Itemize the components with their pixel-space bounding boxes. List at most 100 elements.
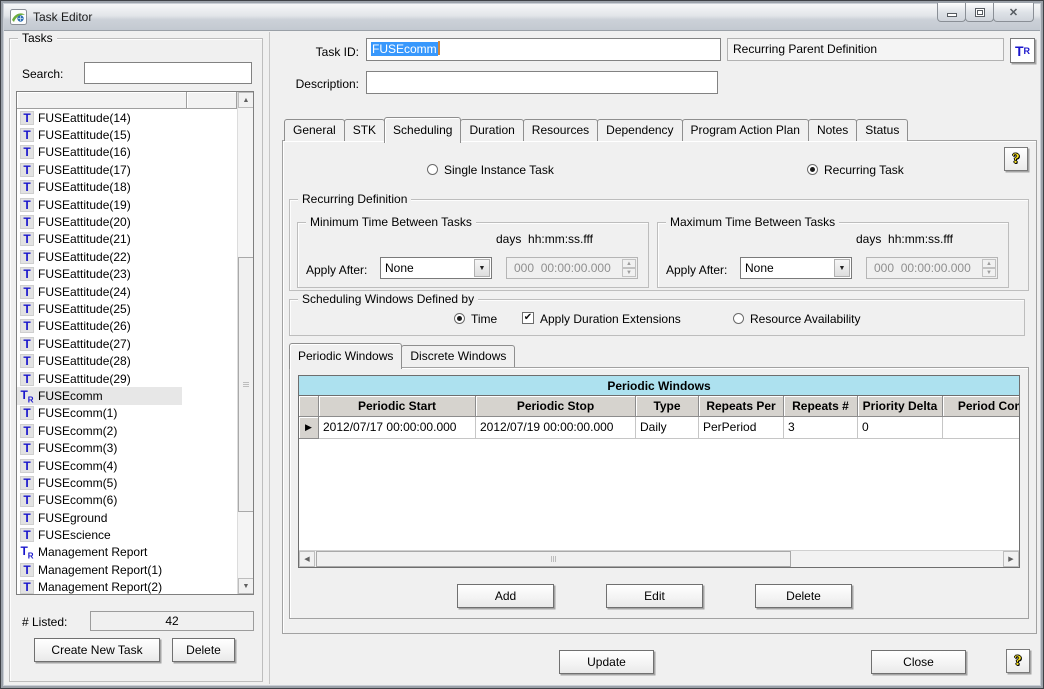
delete-task-button[interactable]: Delete xyxy=(172,638,235,662)
tab-general[interactable]: General xyxy=(284,119,345,141)
task-list-item[interactable]: TFUSEattitude(23) xyxy=(17,266,237,283)
task-list-item[interactable]: TFUSEcomm(2) xyxy=(17,422,237,439)
grid-header-cell[interactable]: Period Com xyxy=(943,396,1020,417)
recurring-task-radio[interactable] xyxy=(807,164,818,175)
tab-stk[interactable]: STK xyxy=(344,119,385,141)
chevron-down-icon[interactable]: ▼ xyxy=(474,259,490,277)
task-id-input[interactable]: FUSEcomm xyxy=(366,38,721,61)
task-list-item[interactable]: TFUSEground xyxy=(17,509,237,526)
tab-resources[interactable]: Resources xyxy=(523,119,598,141)
time-radio[interactable] xyxy=(454,313,465,324)
min-apply-after-combobox[interactable]: None ▼ xyxy=(380,257,492,279)
scroll-left-icon[interactable]: ◀ xyxy=(299,551,315,567)
title-bar[interactable]: Task Editor ✕ xyxy=(4,4,1040,31)
vscroll-thumb[interactable] xyxy=(238,257,254,512)
grid-data-row[interactable]: ▶2012/07/17 00:00:00.0002012/07/19 00:00… xyxy=(299,417,1019,439)
task-list-item[interactable]: TFUSEattitude(15) xyxy=(17,126,237,143)
resource-availability-radio[interactable] xyxy=(733,313,744,324)
scroll-down-icon[interactable]: ▼ xyxy=(238,578,254,594)
grid-header-cell[interactable]: Periodic Start xyxy=(319,396,476,417)
task-list-item[interactable]: TManagement Report(2) xyxy=(17,579,237,594)
task-icon: T xyxy=(20,128,34,142)
grid-header-cell[interactable]: Repeats # xyxy=(784,396,858,417)
task-list-item[interactable]: TFUSEattitude(20) xyxy=(17,213,237,230)
spin-up-icon[interactable]: ▲ xyxy=(982,259,996,268)
delete-window-button[interactable]: Delete xyxy=(755,584,852,608)
tab-discrete-windows[interactable]: Discrete Windows xyxy=(401,345,515,367)
grid-header-cell[interactable]: Periodic Stop xyxy=(476,396,636,417)
tab-scheduling[interactable]: Scheduling xyxy=(384,117,461,143)
grid-hscrollbar[interactable]: ◀ ▶ xyxy=(299,550,1019,567)
task-list-item[interactable]: TFUSEattitude(17) xyxy=(17,161,237,178)
task-list-item[interactable]: TFUSEattitude(24) xyxy=(17,283,237,300)
task-icon: T xyxy=(20,337,34,351)
task-list-item[interactable]: TFUSEscience xyxy=(17,526,237,543)
tab-program-action-plan[interactable]: Program Action Plan xyxy=(682,119,809,141)
max-spin-buttons[interactable]: ▲▼ xyxy=(982,259,996,277)
spin-down-icon[interactable]: ▼ xyxy=(622,268,636,277)
single-instance-radio[interactable] xyxy=(427,164,438,175)
task-list-item[interactable]: TFUSEattitude(28) xyxy=(17,352,237,369)
close-dialog-button[interactable]: Close xyxy=(871,650,966,674)
grid-cell[interactable]: PerPeriod xyxy=(699,417,784,439)
tab-dependency[interactable]: Dependency xyxy=(597,119,682,141)
tab-status[interactable]: Status xyxy=(856,119,908,141)
task-list-header-col2[interactable] xyxy=(187,92,237,109)
tab-duration[interactable]: Duration xyxy=(460,119,523,141)
task-list-item[interactable]: TFUSEattitude(29) xyxy=(17,370,237,387)
task-list-item[interactable]: TFUSEcomm(3) xyxy=(17,439,237,456)
task-list-item[interactable]: TFUSEattitude(16) xyxy=(17,144,237,161)
task-list-item[interactable]: TFUSEcomm(6) xyxy=(17,492,237,509)
hscroll-thumb[interactable] xyxy=(316,551,791,567)
description-input[interactable] xyxy=(366,71,718,94)
task-list-item[interactable]: TFUSEattitude(25) xyxy=(17,300,237,317)
add-window-button[interactable]: Add xyxy=(457,584,554,608)
task-list-item[interactable]: TManagement Report(1) xyxy=(17,561,237,578)
task-list-item[interactable]: TFUSEattitude(22) xyxy=(17,248,237,265)
tab-periodic-windows[interactable]: Periodic Windows xyxy=(289,343,402,369)
grid-cell[interactable]: Daily xyxy=(636,417,699,439)
search-input[interactable] xyxy=(84,62,252,84)
task-list-item[interactable]: TFUSEattitude(21) xyxy=(17,231,237,248)
help-button-footer[interactable]: ? xyxy=(1006,649,1030,673)
grid-cell[interactable] xyxy=(943,417,1020,439)
min-spin-buttons[interactable]: ▲▼ xyxy=(622,259,636,277)
update-button[interactable]: Update xyxy=(559,650,654,674)
task-list-item[interactable]: TFUSEattitude(27) xyxy=(17,335,237,352)
min-duration-spinner[interactable]: 000 00:00:00.000 ▲▼ xyxy=(506,257,638,279)
tab-notes[interactable]: Notes xyxy=(808,119,857,141)
max-duration-spinner[interactable]: 000 00:00:00.000 ▲▼ xyxy=(866,257,998,279)
task-list-item[interactable]: TRManagement Report xyxy=(17,544,237,561)
create-new-task-button[interactable]: Create New Task xyxy=(34,638,160,662)
max-apply-after-combobox[interactable]: None ▼ xyxy=(740,257,852,279)
task-list-item[interactable]: TFUSEcomm(1) xyxy=(17,405,237,422)
maximize-button[interactable] xyxy=(965,3,994,22)
grid-cell[interactable]: 2012/07/19 00:00:00.000 xyxy=(476,417,636,439)
grid-header-cell[interactable]: Type xyxy=(636,396,699,417)
edit-window-button[interactable]: Edit xyxy=(606,584,703,608)
grid-cell[interactable]: 2012/07/17 00:00:00.000 xyxy=(319,417,476,439)
help-button-pane[interactable]: ? xyxy=(1004,147,1028,171)
scroll-right-icon[interactable]: ▶ xyxy=(1003,551,1019,567)
task-list-item[interactable]: TFUSEattitude(19) xyxy=(17,196,237,213)
task-list-vscrollbar[interactable]: ▲ ▼ xyxy=(237,92,253,594)
recurring-task-icon-button[interactable]: TR xyxy=(1010,38,1035,63)
task-list-item[interactable]: TFUSEcomm(5) xyxy=(17,474,237,491)
task-list-item[interactable]: TFUSEattitude(18) xyxy=(17,179,237,196)
minimize-button[interactable] xyxy=(937,3,966,22)
spin-down-icon[interactable]: ▼ xyxy=(982,268,996,277)
chevron-down-icon[interactable]: ▼ xyxy=(834,259,850,277)
close-button[interactable]: ✕ xyxy=(993,3,1034,22)
grid-header-cell[interactable]: Priority Delta xyxy=(858,396,943,417)
grid-cell[interactable]: 0 xyxy=(858,417,943,439)
task-list-header-col1[interactable] xyxy=(17,92,187,109)
task-list-item[interactable]: TRFUSEcomm xyxy=(17,387,237,404)
spin-up-icon[interactable]: ▲ xyxy=(622,259,636,268)
grid-cell[interactable]: 3 xyxy=(784,417,858,439)
grid-header-cell[interactable]: Repeats Per xyxy=(699,396,784,417)
task-list-item[interactable]: TFUSEattitude(26) xyxy=(17,318,237,335)
task-list-item[interactable]: TFUSEcomm(4) xyxy=(17,457,237,474)
scroll-up-icon[interactable]: ▲ xyxy=(238,92,254,108)
apply-duration-checkbox[interactable] xyxy=(522,312,534,324)
task-list-item[interactable]: TFUSEattitude(14) xyxy=(17,109,237,126)
